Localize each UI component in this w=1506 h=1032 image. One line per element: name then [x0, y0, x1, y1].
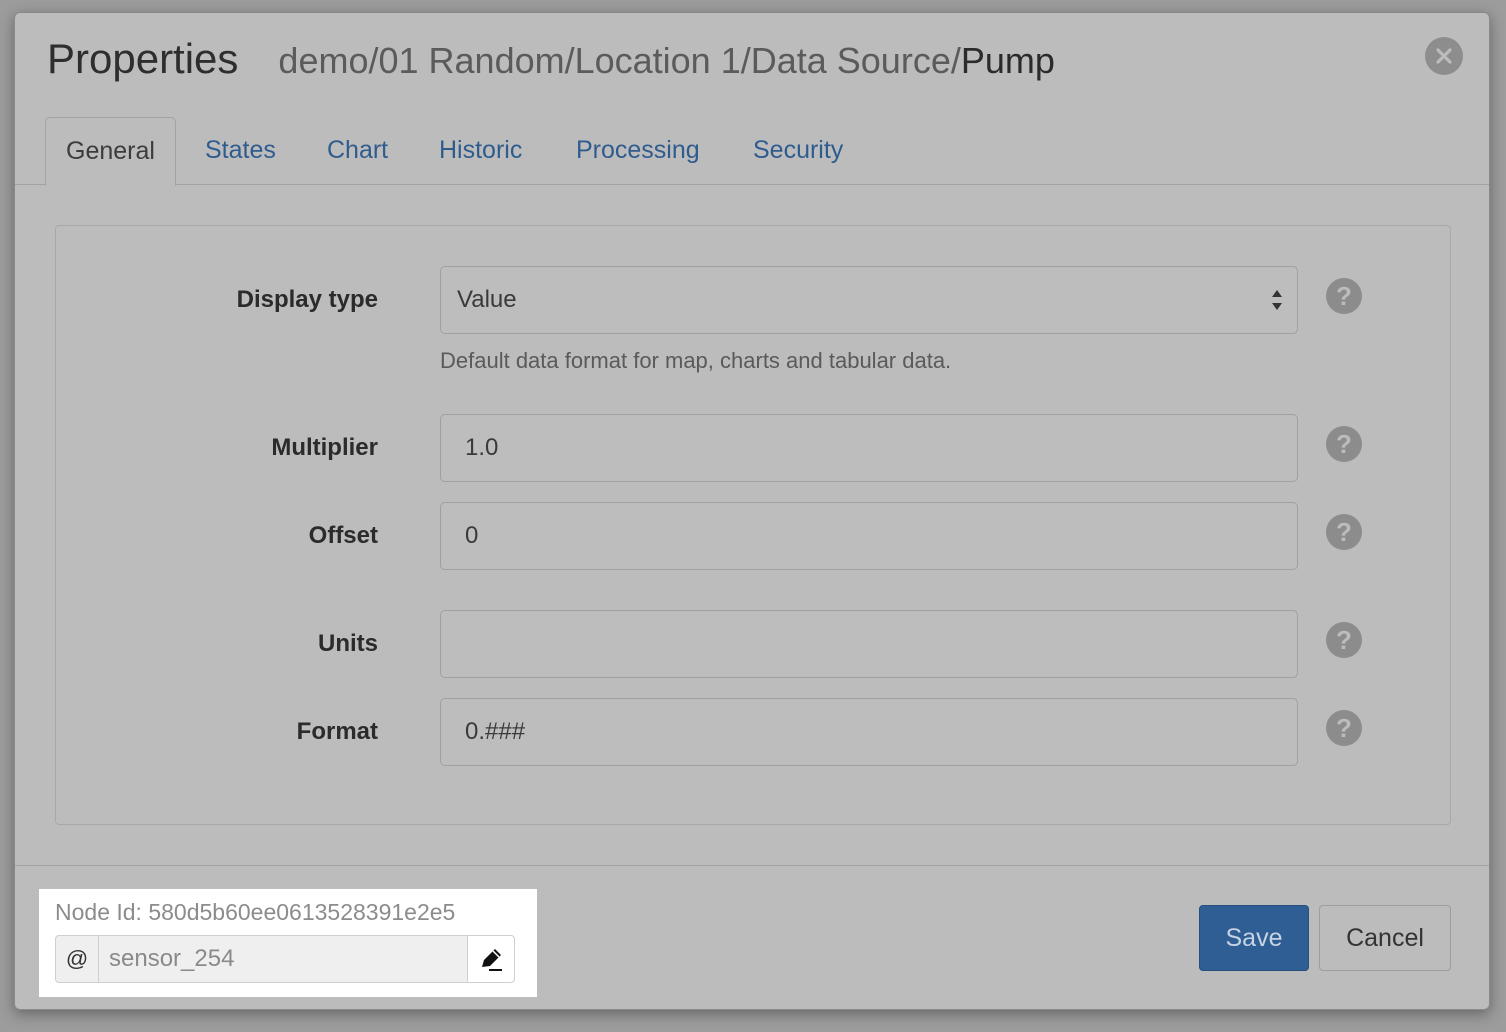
offset-label: Offset: [308, 522, 378, 549]
display-type-value: Value: [457, 286, 517, 313]
offset-input[interactable]: 0: [440, 502, 1298, 570]
node-path-prefix: demo/01 Random/Location 1/Data Source/: [278, 40, 961, 81]
save-button[interactable]: Save: [1199, 905, 1309, 971]
multiplier-label: Multiplier: [271, 434, 378, 461]
display-type-label: Display type: [236, 286, 378, 313]
general-form: Display type Value ? Default data format…: [55, 225, 1451, 825]
tab-processing[interactable]: Processing: [576, 117, 700, 185]
tab-security[interactable]: Security: [753, 117, 843, 185]
display-type-select[interactable]: Value: [440, 266, 1298, 334]
footer-divider: [15, 865, 1489, 866]
close-icon: [1436, 48, 1452, 64]
edit-alias-button[interactable]: [467, 935, 515, 983]
node-path-leaf: Pump: [960, 40, 1055, 81]
format-input[interactable]: 0.###: [440, 698, 1298, 766]
tab-bar: General States Chart Historic Processing…: [15, 117, 1489, 186]
offset-help-icon[interactable]: ?: [1326, 514, 1362, 550]
alias-input-group: @ sensor_254: [55, 935, 515, 983]
display-type-help-text: Default data format for map, charts and …: [440, 348, 952, 373]
tab-states[interactable]: States: [205, 117, 276, 185]
alias-prefix: @: [55, 935, 99, 983]
units-help-icon[interactable]: ?: [1326, 622, 1362, 658]
cancel-button[interactable]: Cancel: [1319, 905, 1451, 971]
dialog-header: Properties demo/01 Random/Location 1/Dat…: [47, 35, 1055, 95]
multiplier-help-icon[interactable]: ?: [1326, 426, 1362, 462]
node-id-text: Node Id: 580d5b60ee0613528391e2e5: [55, 899, 456, 925]
node-id-panel: Node Id: 580d5b60ee0613528391e2e5 @ sens…: [39, 889, 537, 997]
multiplier-input[interactable]: 1.0: [440, 414, 1298, 482]
format-help-icon[interactable]: ?: [1326, 710, 1362, 746]
format-label: Format: [296, 718, 378, 745]
close-button[interactable]: [1425, 37, 1463, 75]
tab-general[interactable]: General: [45, 117, 176, 186]
pencil-icon: [482, 949, 502, 971]
properties-dialog: Properties demo/01 Random/Location 1/Dat…: [14, 12, 1490, 1010]
select-arrows-icon: [1272, 290, 1282, 310]
alias-input[interactable]: sensor_254: [99, 935, 467, 983]
node-path: demo/01 Random/Location 1/Data Source/Pu…: [278, 40, 1054, 82]
tab-historic[interactable]: Historic: [439, 117, 522, 185]
dialog-title: Properties: [47, 35, 239, 82]
units-input[interactable]: [440, 610, 1298, 678]
display-type-help-icon[interactable]: ?: [1326, 278, 1362, 314]
units-label: Units: [318, 630, 378, 657]
tab-chart[interactable]: Chart: [327, 117, 388, 185]
